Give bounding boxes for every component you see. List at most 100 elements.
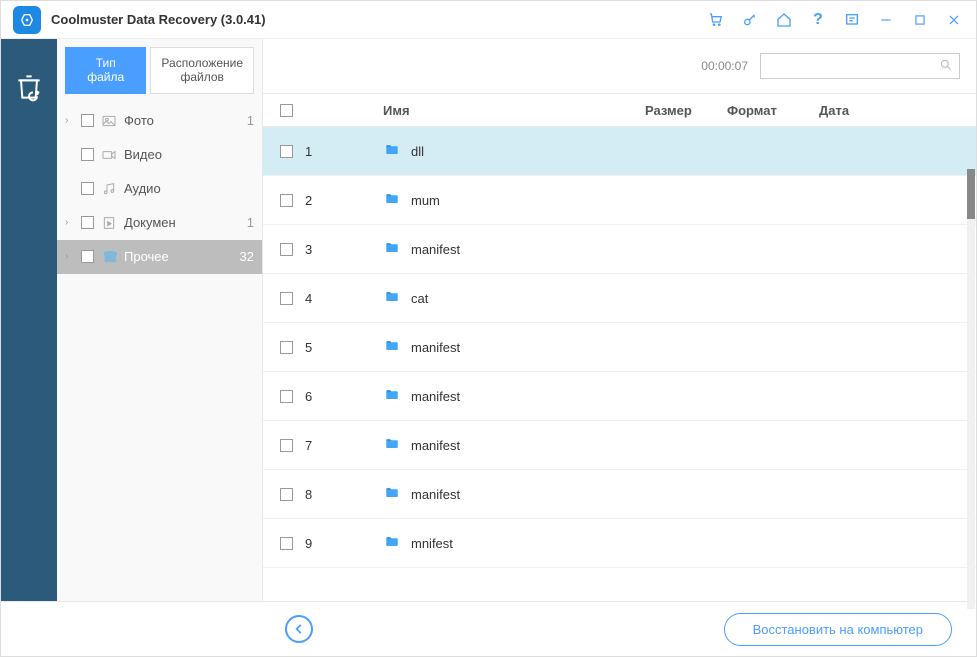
row-checkbox[interactable]: [267, 390, 305, 403]
feedback-icon[interactable]: [842, 10, 862, 30]
help-icon[interactable]: ?: [808, 10, 828, 30]
tree-label: Видео: [124, 147, 244, 162]
folder-icon: [383, 387, 401, 405]
tree-label: Аудио: [124, 181, 244, 196]
tree-item-photo[interactable]: › Фото 1: [57, 104, 262, 138]
folder-icon: [383, 289, 401, 307]
tree-checkbox[interactable]: [81, 182, 94, 195]
row-name: cat: [411, 291, 428, 306]
table-header: Имя Размер Формат Дата: [263, 93, 976, 127]
other-icon: [100, 248, 118, 266]
row-number: 8: [305, 487, 383, 502]
expand-icon[interactable]: ›: [65, 251, 75, 262]
maximize-icon[interactable]: [910, 10, 930, 30]
tree-checkbox[interactable]: [81, 148, 94, 161]
table-row[interactable]: 1 dll: [263, 127, 976, 176]
tree-item-video[interactable]: Видео: [57, 138, 262, 172]
select-all-checkbox[interactable]: [267, 104, 305, 117]
table-row[interactable]: 7 manifest: [263, 421, 976, 470]
row-name: mnifest: [411, 536, 453, 551]
row-checkbox[interactable]: [267, 537, 305, 550]
folder-icon: [383, 240, 401, 258]
footer: Восстановить на компьютер: [1, 601, 976, 656]
expand-icon[interactable]: ›: [65, 115, 75, 126]
col-date[interactable]: Дата: [819, 103, 976, 118]
folder-icon: [383, 436, 401, 454]
tree-count: 1: [247, 215, 254, 230]
row-name: manifest: [411, 242, 460, 257]
row-checkbox[interactable]: [267, 439, 305, 452]
scan-timer: 00:00:07: [701, 59, 748, 73]
row-number: 6: [305, 389, 383, 404]
video-icon: [100, 146, 118, 164]
table-body: 1 dll 2 mum 3 manifest 4 cat: [263, 127, 976, 601]
folder-icon: [383, 534, 401, 552]
row-name: dll: [411, 144, 424, 159]
app-title: Coolmuster Data Recovery (3.0.41): [51, 12, 706, 27]
left-nav: [1, 39, 57, 601]
col-format[interactable]: Формат: [727, 103, 819, 118]
tab-file-type[interactable]: Тип файла: [65, 47, 146, 94]
toolbar: 00:00:07: [263, 39, 976, 93]
tree-label: Фото: [124, 113, 237, 128]
tree-item-other[interactable]: › Прочее 32: [57, 240, 262, 274]
minimize-icon[interactable]: [876, 10, 896, 30]
folder-icon: [383, 338, 401, 356]
tree-checkbox[interactable]: [81, 114, 94, 127]
row-name: manifest: [411, 438, 460, 453]
tree-label: Докумен: [124, 215, 237, 230]
row-number: 3: [305, 242, 383, 257]
table-row[interactable]: 9 mnifest: [263, 519, 976, 568]
tab-file-location[interactable]: Расположение файлов: [150, 47, 254, 94]
col-name[interactable]: Имя: [383, 103, 645, 118]
row-checkbox[interactable]: [267, 341, 305, 354]
photo-icon: [100, 112, 118, 130]
scrollbar-thumb[interactable]: [967, 169, 975, 219]
key-icon[interactable]: [740, 10, 760, 30]
home-icon[interactable]: [774, 10, 794, 30]
table-row[interactable]: 5 manifest: [263, 323, 976, 372]
table-row[interactable]: 4 cat: [263, 274, 976, 323]
row-checkbox[interactable]: [267, 292, 305, 305]
scrollbar[interactable]: [967, 169, 975, 609]
table-row[interactable]: 2 mum: [263, 176, 976, 225]
tree-item-audio[interactable]: Аудио: [57, 172, 262, 206]
doc-icon: [100, 214, 118, 232]
table-row[interactable]: 8 manifest: [263, 470, 976, 519]
table-row[interactable]: 3 manifest: [263, 225, 976, 274]
audio-icon: [100, 180, 118, 198]
tree-label: Прочее: [124, 249, 230, 264]
table-row[interactable]: 6 manifest: [263, 372, 976, 421]
row-name: manifest: [411, 389, 460, 404]
expand-icon[interactable]: ›: [65, 217, 75, 228]
row-number: 9: [305, 536, 383, 551]
row-checkbox[interactable]: [267, 194, 305, 207]
cart-icon[interactable]: [706, 10, 726, 30]
tree-item-doc[interactable]: › Докумен 1: [57, 206, 262, 240]
tree-checkbox[interactable]: [81, 216, 94, 229]
search-box[interactable]: [760, 53, 960, 79]
folder-icon: [383, 485, 401, 503]
row-checkbox[interactable]: [267, 243, 305, 256]
category-tree: › Фото 1 Видео Аудио › Докумен 1 › Проче…: [57, 104, 262, 274]
col-size[interactable]: Размер: [645, 103, 727, 118]
tree-checkbox[interactable]: [81, 250, 94, 263]
sidebar: Тип файла Расположение файлов › Фото 1 В…: [57, 39, 263, 601]
titlebar: Coolmuster Data Recovery (3.0.41) ?: [1, 1, 976, 39]
back-button[interactable]: [285, 615, 313, 643]
row-number: 4: [305, 291, 383, 306]
row-checkbox[interactable]: [267, 488, 305, 501]
row-checkbox[interactable]: [267, 145, 305, 158]
search-icon[interactable]: [939, 58, 953, 75]
folder-icon: [383, 142, 401, 160]
row-number: 1: [305, 144, 383, 159]
row-name: mum: [411, 193, 440, 208]
row-name: manifest: [411, 340, 460, 355]
folder-icon: [383, 191, 401, 209]
row-number: 7: [305, 438, 383, 453]
app-logo: [13, 6, 41, 34]
recycle-bin-icon[interactable]: [11, 69, 47, 105]
close-icon[interactable]: [944, 10, 964, 30]
search-input[interactable]: [767, 59, 939, 73]
recover-button[interactable]: Восстановить на компьютер: [724, 613, 952, 646]
